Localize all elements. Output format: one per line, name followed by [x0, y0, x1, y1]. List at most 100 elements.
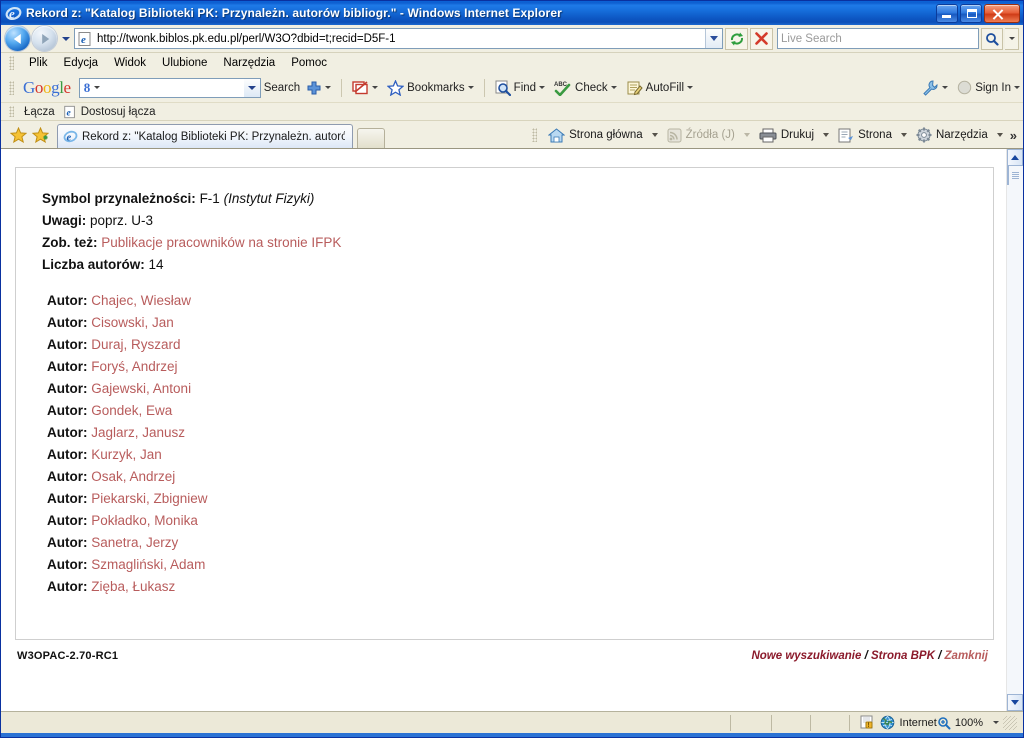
command-print[interactable]: Drukuj — [755, 126, 818, 145]
minimize-button[interactable] — [936, 3, 958, 23]
google-check-button[interactable]: ABC Check — [551, 80, 620, 96]
tab-favicon: e — [63, 129, 78, 144]
star-icon — [9, 127, 27, 143]
command-overflow-button[interactable]: » — [1008, 129, 1019, 142]
back-button[interactable] — [5, 26, 30, 51]
history-dropdown-button[interactable] — [59, 29, 72, 49]
page-icon — [838, 128, 854, 142]
maximize-button[interactable] — [960, 3, 982, 23]
svg-text:e: e — [9, 6, 15, 21]
links-bar-label: Łącza — [24, 105, 55, 118]
field-symbol: Symbol przynależności: F-1 (Instytut Fiz… — [42, 188, 969, 210]
google-settings-button[interactable] — [919, 79, 951, 96]
author-label: Autor: — [47, 315, 88, 330]
title-bar: e Rekord z: "Katalog Biblioteki PK: Przy… — [1, 1, 1023, 25]
author-link[interactable]: Gondek, Ewa — [91, 403, 172, 418]
star-icon — [387, 79, 405, 96]
google-photos-button[interactable] — [349, 80, 381, 95]
google-toolbar-gripper[interactable] — [9, 80, 14, 95]
forward-button[interactable] — [32, 26, 57, 51]
google-search-dropdown[interactable] — [243, 78, 260, 97]
close-link[interactable]: Zamknij — [945, 650, 988, 662]
search-input[interactable]: Live Search — [777, 28, 979, 49]
svg-text:e: e — [66, 107, 71, 118]
command-home[interactable]: Strona główna — [544, 126, 647, 145]
close-button[interactable] — [984, 3, 1020, 23]
author-link[interactable]: Piekarski, Zbigniew — [91, 491, 207, 506]
scroll-down-button[interactable] — [1007, 694, 1023, 711]
plus-icon — [307, 81, 321, 94]
field-symbol-value: F-1 — [199, 191, 220, 206]
home-icon — [548, 127, 566, 142]
google-search-button[interactable]: Search — [264, 82, 300, 94]
google-search-input[interactable]: 8 — [78, 77, 261, 98]
zoom-control[interactable]: 100% — [937, 715, 1023, 730]
author-link[interactable]: Kurzyk, Jan — [91, 447, 162, 462]
search-go-button[interactable] — [981, 27, 1003, 50]
command-bar-gripper[interactable] — [532, 128, 538, 142]
menu-narzedzia[interactable]: Narzędzia — [216, 55, 282, 71]
scrollbar-track[interactable] — [1007, 166, 1023, 694]
google-bookmarks-button[interactable]: Bookmarks — [384, 79, 477, 96]
author-link[interactable]: Sanetra, Jerzy — [91, 535, 178, 550]
taskbar-edge — [1, 733, 1023, 737]
menu-pomoc[interactable]: Pomoc — [284, 55, 334, 71]
resize-grip[interactable] — [1003, 715, 1017, 730]
zoom-icon — [938, 716, 951, 729]
author-link[interactable]: Osak, Andrzej — [91, 469, 175, 484]
star-plus-icon — [31, 127, 49, 143]
author-label: Autor: — [47, 513, 88, 528]
vertical-scrollbar[interactable] — [1006, 149, 1023, 711]
list-item: Autor: Osak, Andrzej — [47, 466, 969, 488]
author-link[interactable]: Cisowski, Jan — [91, 315, 174, 330]
search-provider-dropdown[interactable] — [1005, 27, 1019, 50]
author-link[interactable]: Zięba, Łukasz — [91, 579, 175, 594]
page-viewport: Symbol przynależności: F-1 (Instytut Fiz… — [1, 149, 1023, 711]
browser-tab[interactable]: e Rekord z: "Katalog Biblioteki PK: Przy… — [57, 124, 353, 148]
menu-ulubione[interactable]: Ulubione — [155, 55, 214, 71]
links-bar-gripper[interactable] — [9, 106, 14, 117]
menu-widok[interactable]: Widok — [107, 55, 153, 71]
url-dropdown-button[interactable] — [705, 29, 722, 48]
find-icon — [495, 80, 511, 96]
menu-plik[interactable]: Plik — [22, 55, 55, 71]
add-to-favorites-button[interactable] — [29, 124, 51, 146]
security-zone[interactable]: ! Internet — [850, 715, 937, 730]
menu-bar: Plik Edycja Widok Ulubione Narzędzia Pom… — [1, 53, 1023, 73]
customize-links-item[interactable]: Dostosuj łącza — [81, 106, 156, 118]
photo-icon — [352, 81, 368, 95]
command-tools-label: Narzędzia — [935, 129, 988, 141]
svg-text:!: ! — [867, 723, 869, 729]
refresh-button[interactable] — [725, 27, 748, 50]
new-search-link[interactable]: Nowe wyszukiwanie — [751, 650, 861, 662]
ifpk-publications-link[interactable]: Publikacje pracowników na stronie IFPK — [101, 235, 341, 250]
google-autofill-button[interactable]: AutoFill — [623, 80, 696, 96]
google-find-button[interactable]: Find — [492, 80, 548, 96]
author-link[interactable]: Foryś, Andrzej — [91, 359, 177, 374]
author-link[interactable]: Szmagliński, Adam — [91, 557, 205, 572]
new-tab-button[interactable] — [357, 128, 385, 148]
author-link[interactable]: Pokładko, Monika — [91, 513, 198, 528]
author-link[interactable]: Jaglarz, Janusz — [91, 425, 185, 440]
menu-edycja[interactable]: Edycja — [57, 55, 106, 71]
scrollbar-thumb[interactable] — [1007, 166, 1019, 185]
internet-explorer-icon: e — [5, 5, 22, 22]
command-page[interactable]: Strona — [834, 126, 896, 145]
favorites-center-button[interactable] — [7, 124, 29, 146]
command-tools[interactable]: Narzędzia — [912, 125, 992, 145]
stop-button[interactable] — [750, 27, 773, 50]
scroll-up-button[interactable] — [1007, 149, 1023, 166]
author-link[interactable]: Chajec, Wiesław — [91, 293, 191, 308]
page-favicon: e — [77, 31, 93, 47]
menu-bar-gripper[interactable] — [9, 56, 14, 70]
author-link[interactable]: Duraj, Ryszard — [91, 337, 180, 352]
google-add-button[interactable] — [303, 80, 334, 96]
author-label: Autor: — [47, 491, 88, 506]
list-item: Autor: Gajewski, Antoni — [47, 378, 969, 400]
google-signin-button[interactable]: Sign In — [954, 80, 1023, 95]
url-bar[interactable]: e http://twonk.biblos.pk.edu.pl/perl/W3O… — [74, 28, 723, 49]
google-find-label: Find — [513, 81, 537, 94]
author-link[interactable]: Gajewski, Antoni — [91, 381, 191, 396]
bpk-homepage-link[interactable]: Strona BPK — [871, 650, 935, 662]
list-item: Autor: Sanetra, Jerzy — [47, 532, 969, 554]
